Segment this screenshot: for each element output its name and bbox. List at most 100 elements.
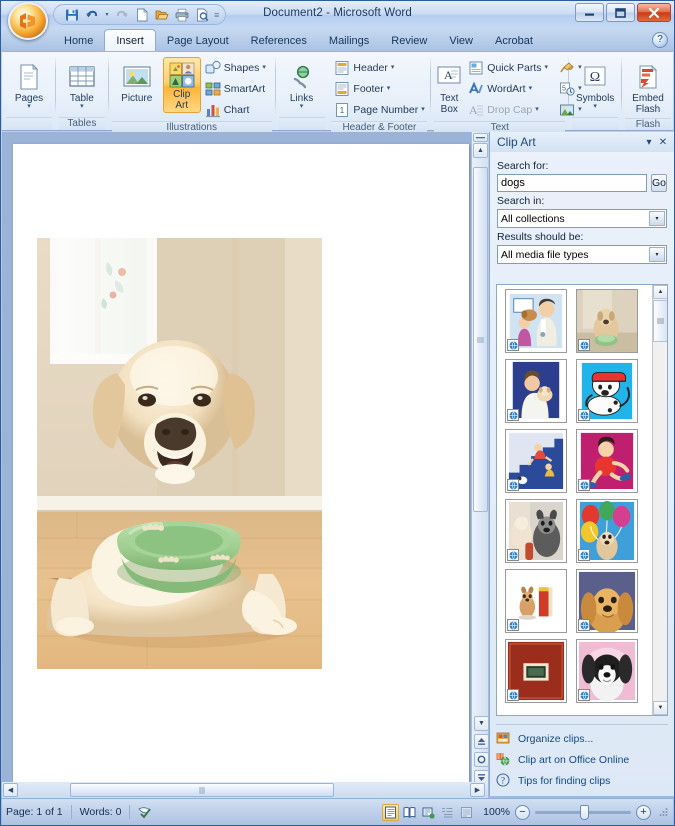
print-layout-view-button[interactable]	[382, 803, 400, 821]
results-scrollbar[interactable]: ▲ ▼	[652, 285, 667, 715]
tab-references[interactable]: References	[240, 31, 318, 51]
tab-page-layout[interactable]: Page Layout	[156, 31, 240, 51]
draft-view-button[interactable]	[458, 804, 475, 821]
select-browse-object-button[interactable]	[474, 752, 489, 767]
clip-art-thumbnail[interactable]	[576, 289, 638, 353]
search-in-select[interactable]: All collections ▾	[497, 209, 667, 228]
word-count[interactable]: Words: 0	[80, 806, 122, 818]
pages-button[interactable]: Pages ▾	[6, 57, 52, 112]
chevron-down-icon[interactable]: ▾	[545, 64, 549, 71]
document-horizontal-scrollbar[interactable]: ◀ ▶	[2, 782, 488, 798]
full-screen-reading-view-button[interactable]	[401, 804, 418, 821]
ribbon-group-label-tables: Tables	[58, 117, 105, 130]
scroll-thumb[interactable]	[473, 167, 488, 512]
web-layout-view-button[interactable]	[420, 804, 437, 821]
wordart-button[interactable]: WordArt ▾	[465, 78, 553, 99]
results-scroll-down-button[interactable]: ▼	[653, 701, 667, 715]
clip-art-thumbnail[interactable]	[576, 569, 638, 633]
page-indicator[interactable]: Page: 1 of 1	[6, 806, 63, 818]
smartart-button[interactable]: SmartArt	[202, 78, 271, 99]
chevron-down-icon[interactable]: ▾	[80, 103, 84, 110]
chevron-down-icon[interactable]: ▾	[529, 85, 533, 92]
chevron-down-icon[interactable]: ▾	[421, 106, 425, 113]
chevron-down-icon[interactable]: ▾	[300, 103, 304, 110]
task-pane-menu-icon[interactable]: ▾	[642, 137, 656, 148]
chevron-down-icon[interactable]: ▾	[649, 211, 665, 226]
outline-view-button[interactable]	[439, 804, 456, 821]
tab-review[interactable]: Review	[380, 31, 438, 51]
embed-flash-button[interactable]: Embed Flash	[625, 57, 671, 117]
chevron-down-icon[interactable]: ▾	[387, 85, 391, 92]
clip-art-thumbnail[interactable]	[576, 639, 638, 703]
quick-parts-button[interactable]: Quick Parts ▾	[465, 57, 553, 78]
smartart-label: SmartArt	[223, 82, 266, 95]
chevron-down-icon[interactable]: ▾	[391, 64, 395, 71]
text-box-button[interactable]: A Text Box	[434, 57, 464, 117]
tab-mailings[interactable]: Mailings	[318, 31, 380, 51]
clip-art-office-online-link[interactable]: Clip art on Office Online	[496, 749, 671, 770]
help-icon[interactable]: ?	[652, 32, 668, 48]
organize-clips-link[interactable]: Organize clips...	[496, 728, 671, 749]
tips-for-finding-clips-link[interactable]: ? Tips for finding clips	[496, 770, 671, 791]
clip-art-thumbnail[interactable]	[576, 359, 638, 423]
tab-acrobat[interactable]: Acrobat	[484, 31, 544, 51]
clip-art-button[interactable]: Clip Art	[162, 57, 201, 113]
results-type-select[interactable]: All media file types ▾	[497, 245, 667, 264]
tab-home[interactable]: Home	[53, 31, 104, 51]
shapes-button[interactable]: Shapes ▾	[202, 57, 271, 78]
links-button[interactable]: Links ▾	[279, 57, 325, 112]
document-vertical-scrollbar[interactable]: ▲ ▼	[471, 132, 489, 796]
maximize-button[interactable]	[606, 3, 635, 22]
clip-art-thumbnail[interactable]	[505, 359, 567, 423]
zoom-out-button[interactable]: −	[515, 804, 530, 820]
clip-art-thumbnail[interactable]	[505, 429, 567, 493]
ribbon-group-label-flash: Flash	[625, 118, 671, 130]
header-button[interactable]: Header ▾	[331, 57, 429, 78]
proofing-errors-icon[interactable]	[138, 806, 153, 819]
zoom-in-button[interactable]: +	[636, 804, 651, 820]
results-scroll-up-button[interactable]: ▲	[653, 285, 667, 299]
resize-grip-icon[interactable]	[657, 806, 669, 818]
svg-text:A: A	[444, 68, 453, 82]
clip-art-thumbnail[interactable]	[576, 429, 638, 493]
clip-art-thumbnail[interactable]	[505, 499, 567, 563]
tab-insert[interactable]: Insert	[104, 29, 156, 51]
clip-art-thumbnail[interactable]	[505, 289, 567, 353]
scroll-right-button[interactable]: ▶	[470, 783, 485, 797]
ribbon-group-pages: Pages ▾	[4, 53, 54, 130]
page-number-button[interactable]: 1 Page Number ▾	[331, 99, 429, 120]
go-button[interactable]: Go	[651, 174, 668, 192]
zoom-level[interactable]: 100%	[483, 806, 510, 818]
picture-button[interactable]: Picture	[112, 57, 162, 106]
chevron-down-icon[interactable]: ▾	[593, 103, 597, 110]
office-button[interactable]	[8, 2, 48, 40]
zoom-slider-handle[interactable]	[580, 804, 589, 820]
quick-parts-label: Quick Parts	[487, 61, 542, 74]
office-online-icon	[496, 752, 512, 768]
chevron-down-icon[interactable]: ▾	[27, 103, 31, 110]
scroll-left-button[interactable]: ◀	[3, 783, 18, 797]
footer-button[interactable]: Footer ▾	[331, 78, 429, 99]
scroll-split-handle[interactable]	[473, 133, 488, 142]
document-page[interactable]	[13, 144, 469, 792]
search-input[interactable]	[497, 174, 647, 192]
tab-view[interactable]: View	[438, 31, 484, 51]
chart-button[interactable]: Chart	[202, 99, 271, 120]
results-scroll-thumb[interactable]	[653, 300, 667, 342]
inserted-dog-photo[interactable]	[37, 238, 322, 669]
clip-art-thumbnail[interactable]	[505, 569, 567, 633]
scroll-down-button[interactable]: ▼	[474, 716, 489, 731]
chevron-down-icon[interactable]: ▾	[649, 247, 665, 262]
close-button[interactable]	[637, 3, 671, 22]
previous-page-button[interactable]	[474, 734, 489, 749]
scroll-up-button[interactable]: ▲	[473, 143, 488, 158]
task-pane-close-icon[interactable]: ✕	[656, 137, 670, 148]
symbols-button[interactable]: Ω Symbols ▾	[572, 57, 618, 112]
clip-art-thumbnail[interactable]	[576, 499, 638, 563]
minimize-button[interactable]	[575, 3, 604, 22]
clip-art-thumbnail[interactable]	[505, 639, 567, 703]
chevron-down-icon[interactable]: ▾	[262, 64, 266, 71]
hscroll-thumb[interactable]	[70, 783, 334, 797]
table-button[interactable]: Table ▾	[59, 57, 105, 112]
zoom-slider-track[interactable]	[535, 804, 631, 820]
